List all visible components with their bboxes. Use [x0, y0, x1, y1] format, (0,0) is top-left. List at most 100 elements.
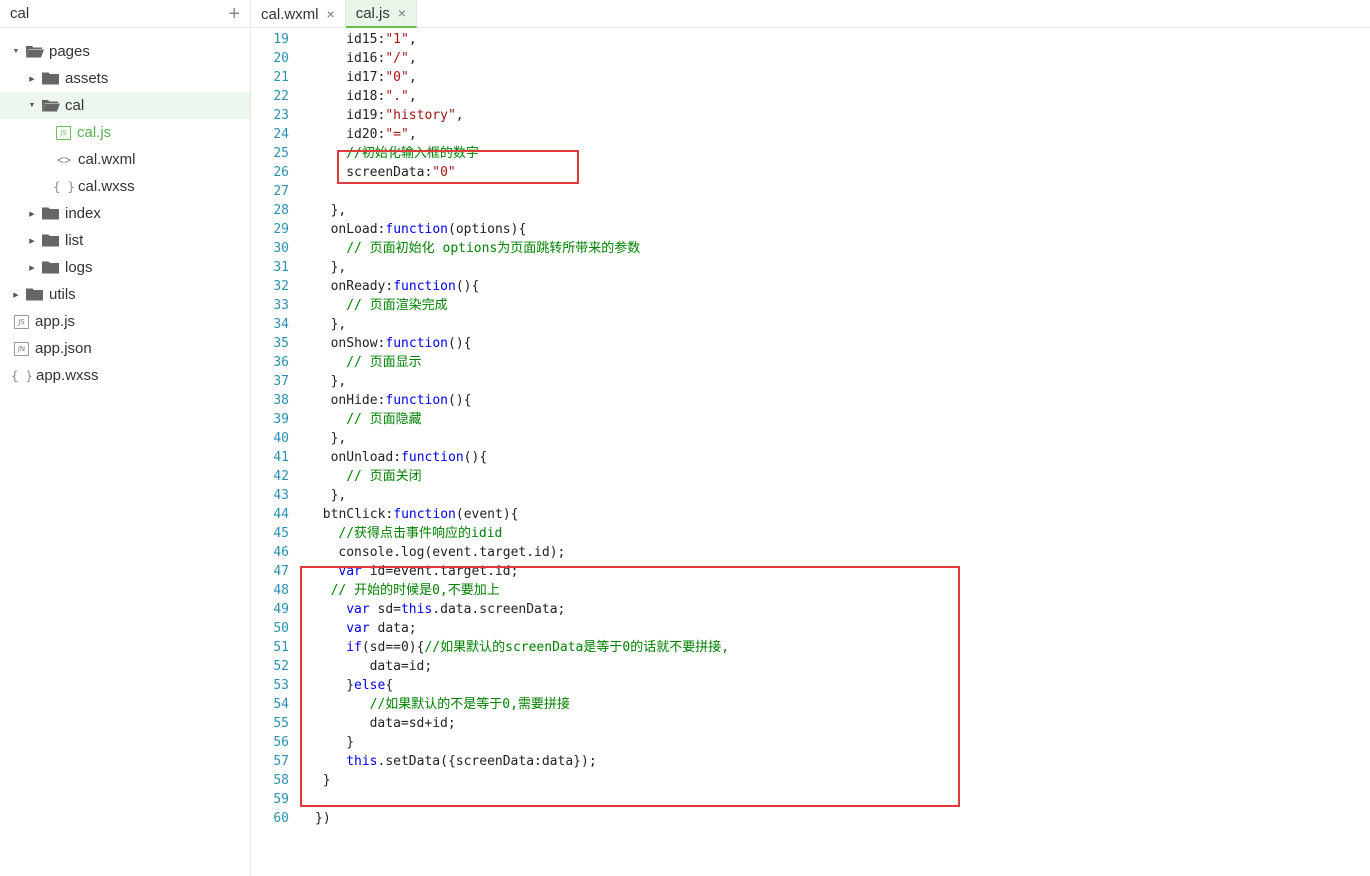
code-token: (){: [448, 393, 472, 408]
caret-right-icon[interactable]: ▶: [28, 75, 36, 83]
json-file-icon: JN: [14, 341, 29, 356]
line-number: 49: [273, 602, 289, 617]
tree-item-label: index: [65, 205, 101, 222]
code-text: },: [331, 372, 347, 391]
code-text: },: [331, 315, 347, 334]
close-icon[interactable]: ×: [398, 5, 406, 21]
code-token: // 页面显示: [346, 355, 422, 370]
code-token: //获得点击事件响应的idid: [338, 526, 503, 541]
line-number: 53: [273, 678, 289, 693]
folder-open-icon: [42, 99, 60, 112]
code-token: ".": [385, 89, 409, 104]
close-icon[interactable]: ×: [327, 6, 335, 22]
code-text: id19:"history",: [346, 106, 463, 125]
code-token: ,: [408, 89, 417, 104]
line-number: 41: [273, 450, 289, 465]
code-token: id16:: [346, 51, 386, 66]
tree-item-app-wxss[interactable]: { } app.wxss: [0, 362, 250, 389]
caret-down-icon[interactable]: ▼: [28, 102, 36, 110]
tree-item-utils[interactable]: ▶ utils: [0, 281, 250, 308]
tree-item-assets[interactable]: ▶ assets: [0, 65, 250, 92]
code-line: 35 onShow:function(){: [251, 334, 1351, 353]
caret-right-icon[interactable]: ▶: [28, 210, 36, 218]
tree-item-index[interactable]: ▶ index: [0, 200, 250, 227]
caret-right-icon[interactable]: ▶: [12, 291, 20, 299]
tab-cal-wxml[interactable]: cal.wxml ×: [251, 0, 346, 28]
folder-open-icon: [26, 45, 44, 58]
code-token: ,: [408, 70, 417, 85]
code-token: ,: [408, 51, 417, 66]
editor-tab-bar: cal.wxml × cal.js ×: [251, 0, 1370, 28]
line-number: 33: [273, 298, 289, 313]
code-text: onReady:function(){: [331, 277, 480, 296]
tree-item-cal-js[interactable]: JS cal.js: [0, 119, 250, 146]
highlight-box-screen-data: [337, 150, 579, 184]
line-number: 43: [273, 488, 289, 503]
code-token: // 页面隐藏: [346, 412, 422, 427]
tree-item-label: logs: [65, 259, 93, 276]
code-line: 29 onLoad:function(options){: [251, 220, 1351, 239]
tree-item-app-js[interactable]: JS app.js: [0, 308, 250, 335]
line-number: 60: [273, 811, 289, 826]
code-text: id18:".",: [346, 87, 416, 106]
line-number: 45: [273, 526, 289, 541]
explorer-header: cal +: [0, 0, 250, 28]
code-token: btnClick:: [322, 507, 394, 522]
tree-item-cal-wxss[interactable]: { } cal.wxss: [0, 173, 250, 200]
code-text: },: [331, 486, 347, 505]
tree-item-pages[interactable]: ▼ pages: [0, 38, 250, 65]
code-line: 28},: [251, 201, 1351, 220]
code-token: onShow:: [330, 336, 386, 351]
code-line: 36 // 页面显示: [251, 353, 1351, 372]
tree-item-logs[interactable]: ▶ logs: [0, 254, 250, 281]
code-text: console.log(event.target.id);: [338, 543, 565, 562]
js-file-icon: JS: [56, 125, 71, 140]
code-token: "0": [385, 70, 409, 85]
line-number: 48: [273, 583, 289, 598]
line-number: 22: [273, 89, 289, 104]
line-number: 47: [273, 564, 289, 579]
tree-item-list[interactable]: ▶ list: [0, 227, 250, 254]
tree-item-app-json[interactable]: JN app.json: [0, 335, 250, 362]
code-token: onReady:: [330, 279, 394, 294]
code-line: 33 // 页面渲染完成: [251, 296, 1351, 315]
line-number: 59: [273, 792, 289, 807]
code-token: ,: [455, 108, 464, 123]
code-token: },: [330, 374, 347, 389]
code-token: (){: [463, 450, 488, 465]
line-number: 26: [273, 165, 289, 180]
code-text: },: [331, 201, 347, 220]
line-number: 19: [273, 32, 289, 47]
caret-right-icon[interactable]: ▶: [28, 237, 36, 245]
caret-right-icon[interactable]: ▶: [28, 264, 36, 272]
code-line: 44 btnClick:function(event){: [251, 505, 1351, 524]
line-number: 38: [273, 393, 289, 408]
code-text: onShow:function(){: [331, 334, 472, 353]
file-explorer-sidebar: cal + ▼ pages ▶ assets ▼ cal JS cal.js <> cal.wxm…: [0, 0, 251, 876]
code-line: 38 onHide:function(){: [251, 391, 1351, 410]
code-line: 40},: [251, 429, 1351, 448]
code-token: function: [393, 507, 456, 522]
tree-item-label: cal: [65, 97, 85, 114]
code-token: onLoad:: [330, 222, 386, 237]
code-token: (){: [448, 336, 472, 351]
code-token: },: [330, 431, 347, 446]
code-token: (event){: [455, 507, 519, 522]
line-number: 31: [273, 260, 289, 275]
code-token: "history": [385, 108, 456, 123]
code-token: // 页面关闭: [346, 469, 422, 484]
code-text: },: [331, 429, 347, 448]
tree-item-label: app.js: [35, 313, 76, 330]
code-line: 20 id16:"/",: [251, 49, 1351, 68]
caret-down-icon[interactable]: ▼: [12, 48, 20, 56]
code-token: function: [385, 336, 449, 351]
tab-cal-js[interactable]: cal.js ×: [345, 0, 418, 28]
plus-icon[interactable]: +: [228, 4, 240, 24]
line-number: 51: [273, 640, 289, 655]
line-number: 56: [273, 735, 289, 750]
code-token: (){: [455, 279, 480, 294]
tree-item-cal-wxml[interactable]: <> cal.wxml: [0, 146, 250, 173]
tree-item-cal[interactable]: ▼ cal: [0, 92, 250, 119]
line-number: 52: [273, 659, 289, 674]
code-editor[interactable]: 60}) 59 58} 57 this.setData({screenData:data…: [251, 29, 1370, 876]
